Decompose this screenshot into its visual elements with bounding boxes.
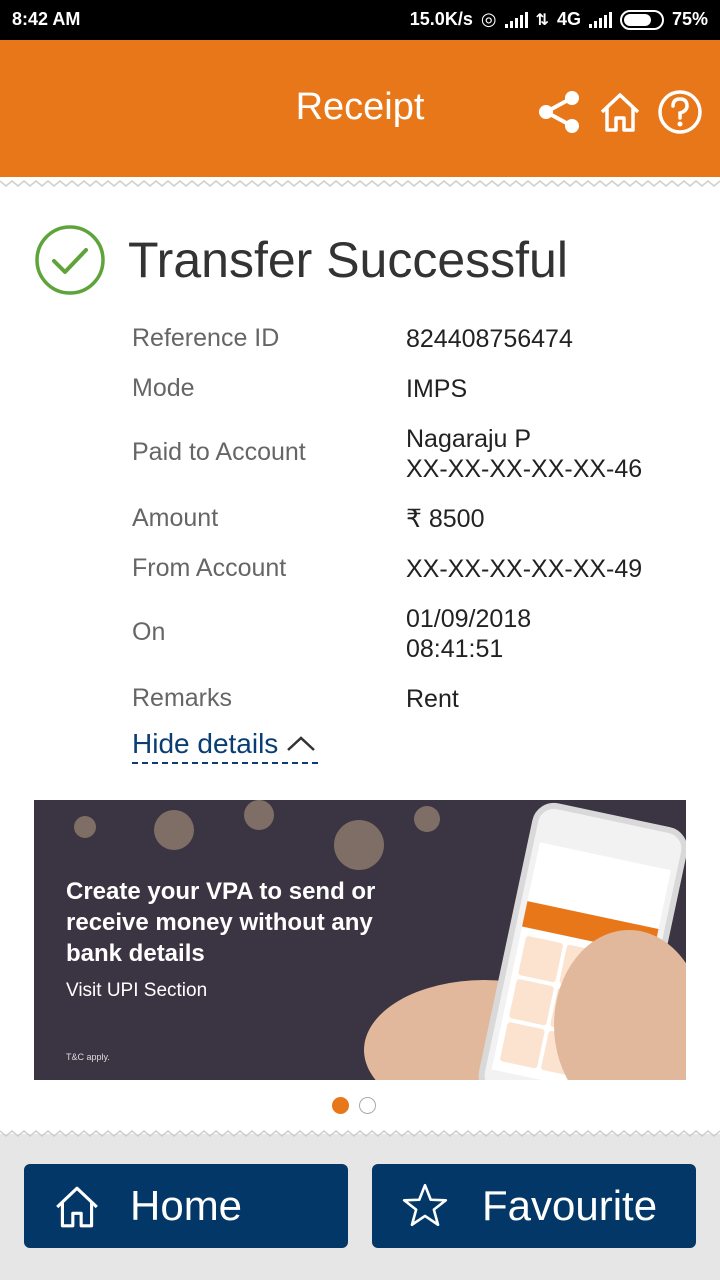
success-header: Transfer Successful	[34, 224, 568, 296]
home-icon	[56, 1186, 98, 1228]
banner-headline: Create your VPA to send or receive money…	[66, 878, 376, 967]
home-button-label: Home	[130, 1182, 243, 1229]
hide-details-link[interactable]: Hide details	[132, 728, 319, 764]
detail-label: On	[132, 618, 166, 646]
detail-label: Remarks	[132, 684, 233, 712]
detail-value: 01/09/2018	[406, 605, 532, 633]
banner-terms: T&C apply.	[66, 1052, 110, 1062]
share-icon[interactable]	[536, 88, 584, 136]
footer: Home Favourite	[0, 1128, 720, 1280]
detail-value: IMPS	[406, 375, 468, 403]
detail-value: Rent	[406, 685, 459, 713]
bokeh-light	[154, 810, 194, 850]
detail-value: ₹ 8500	[406, 505, 485, 533]
app-header: Receipt	[0, 40, 720, 177]
chevron-up-icon	[287, 736, 316, 751]
bokeh-light	[414, 806, 440, 832]
help-icon[interactable]	[656, 88, 704, 136]
carousel-indicator	[332, 1097, 376, 1114]
zigzag-divider	[0, 178, 720, 190]
battery-icon	[619, 9, 664, 30]
signal-icon-2	[588, 11, 612, 28]
detail-value: Nagaraju P	[406, 425, 532, 453]
carousel-dot[interactable]	[359, 1097, 376, 1114]
data-arrows-icon: ⇅	[535, 11, 549, 29]
favourite-button[interactable]: Favourite	[372, 1164, 696, 1248]
bokeh-light	[244, 800, 274, 830]
status-bar: 8:42 AM 15.0K/s ◎ ⇅ 4G 75%	[0, 0, 720, 40]
home-icon[interactable]	[596, 88, 644, 136]
detail-value: XX-XX-XX-XX-XX-49	[406, 555, 643, 583]
detail-value-line2: XX-XX-XX-XX-XX-46	[406, 455, 643, 483]
favourite-button-label: Favourite	[482, 1182, 658, 1229]
promo-banner[interactable]: Create your VPA to send or receive money…	[34, 800, 686, 1080]
hide-details-label: Hide details	[132, 728, 279, 759]
battery-percent: 75%	[671, 9, 708, 29]
network-type: 4G	[556, 9, 581, 29]
bokeh-light	[334, 820, 384, 870]
network-speed: 15.0K/s	[409, 9, 473, 29]
status-title: Transfer Successful	[128, 232, 568, 288]
signal-icon	[504, 11, 528, 28]
status-time: 8:42 AM	[12, 9, 81, 29]
detail-label: Paid to Account	[132, 438, 306, 466]
home-button[interactable]: Home	[24, 1164, 348, 1248]
data-saver-icon: ◎	[480, 9, 497, 29]
star-icon	[402, 1183, 448, 1227]
detail-label: Amount	[132, 504, 219, 532]
detail-label: From Account	[132, 554, 287, 582]
detail-value-line2: 08:41:51	[406, 635, 504, 663]
banner-subtitle: Visit UPI Section	[66, 980, 208, 1001]
zigzag-divider	[0, 1128, 720, 1137]
detail-value: 824408756474	[406, 325, 573, 353]
bokeh-light	[74, 816, 96, 838]
carousel-dot-active[interactable]	[332, 1097, 349, 1114]
check-circle-icon	[35, 225, 105, 295]
detail-label: Mode	[132, 374, 195, 402]
detail-label: Reference ID	[132, 324, 280, 352]
